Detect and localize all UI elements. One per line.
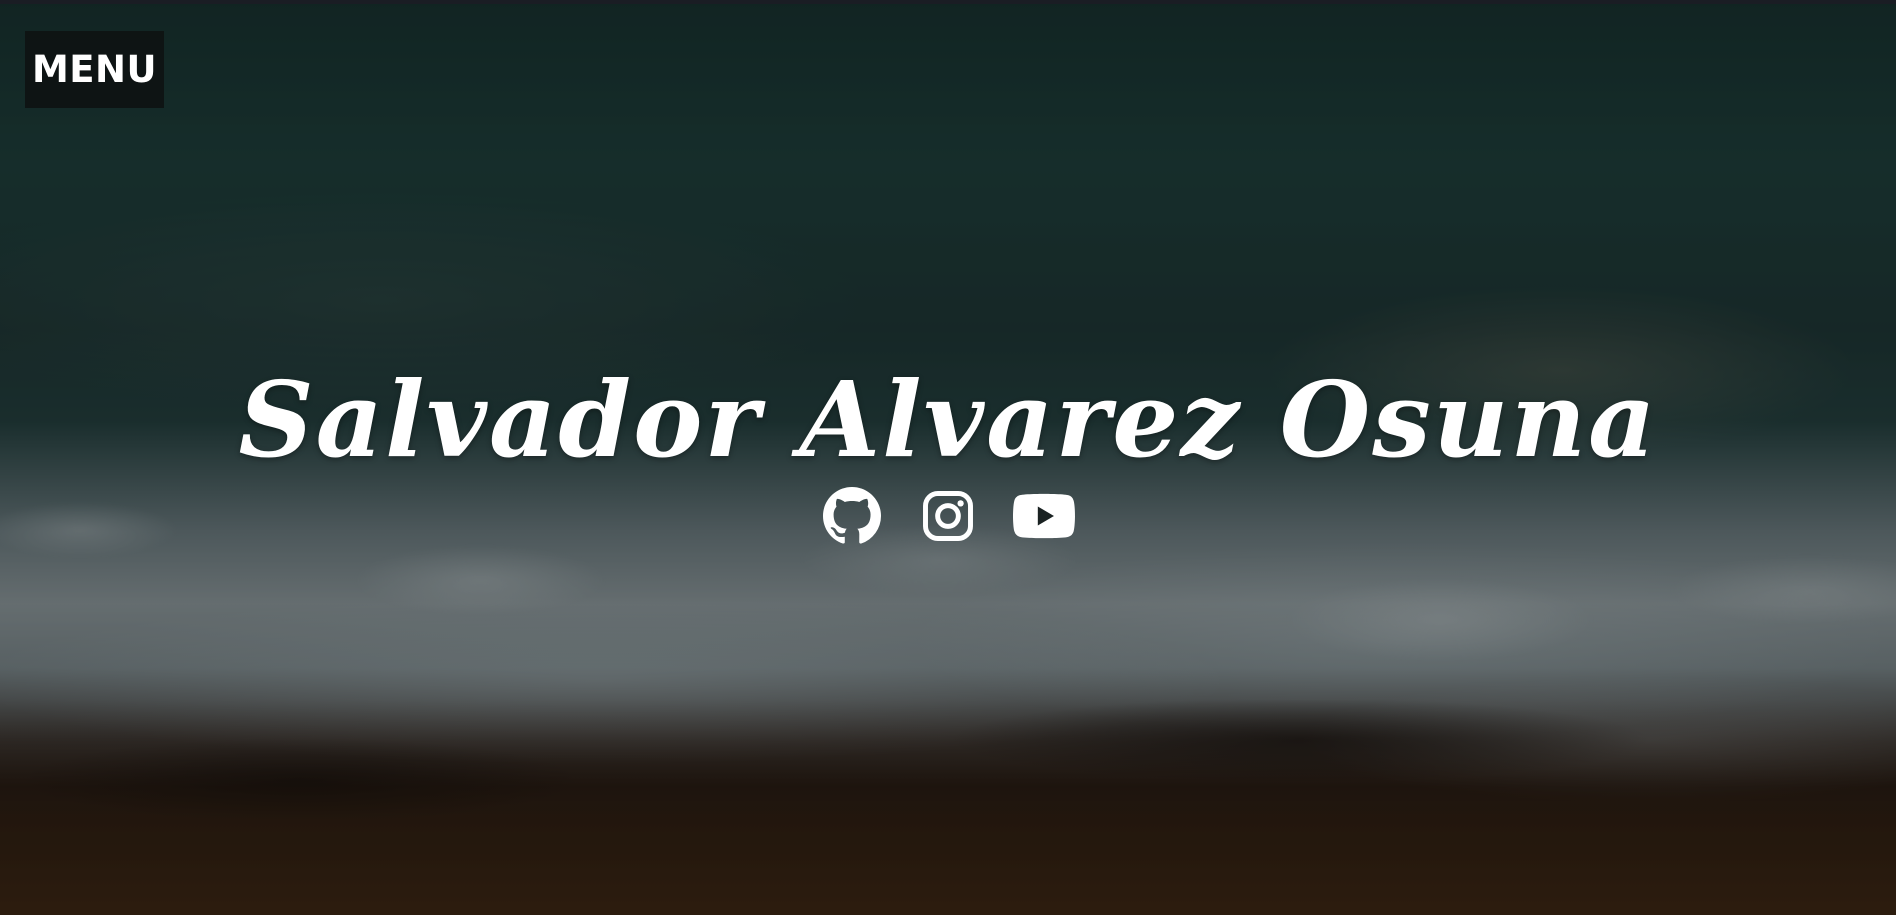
top-edge-bar xyxy=(0,0,1896,4)
youtube-icon xyxy=(1013,493,1075,539)
hero-background: MENU Salvador Alvarez Osuna xyxy=(0,0,1896,915)
github-link[interactable] xyxy=(821,485,883,547)
instagram-icon xyxy=(923,491,973,541)
menu-label: MENU xyxy=(31,48,158,91)
hero-content: Salvador Alvarez Osuna xyxy=(0,360,1896,547)
github-icon xyxy=(823,487,881,544)
social-links xyxy=(821,485,1075,547)
page-title: Salvador Alvarez Osuna xyxy=(238,358,1658,481)
menu-button[interactable]: MENU xyxy=(25,31,164,108)
youtube-link[interactable] xyxy=(1013,485,1075,547)
instagram-link[interactable] xyxy=(917,485,979,547)
